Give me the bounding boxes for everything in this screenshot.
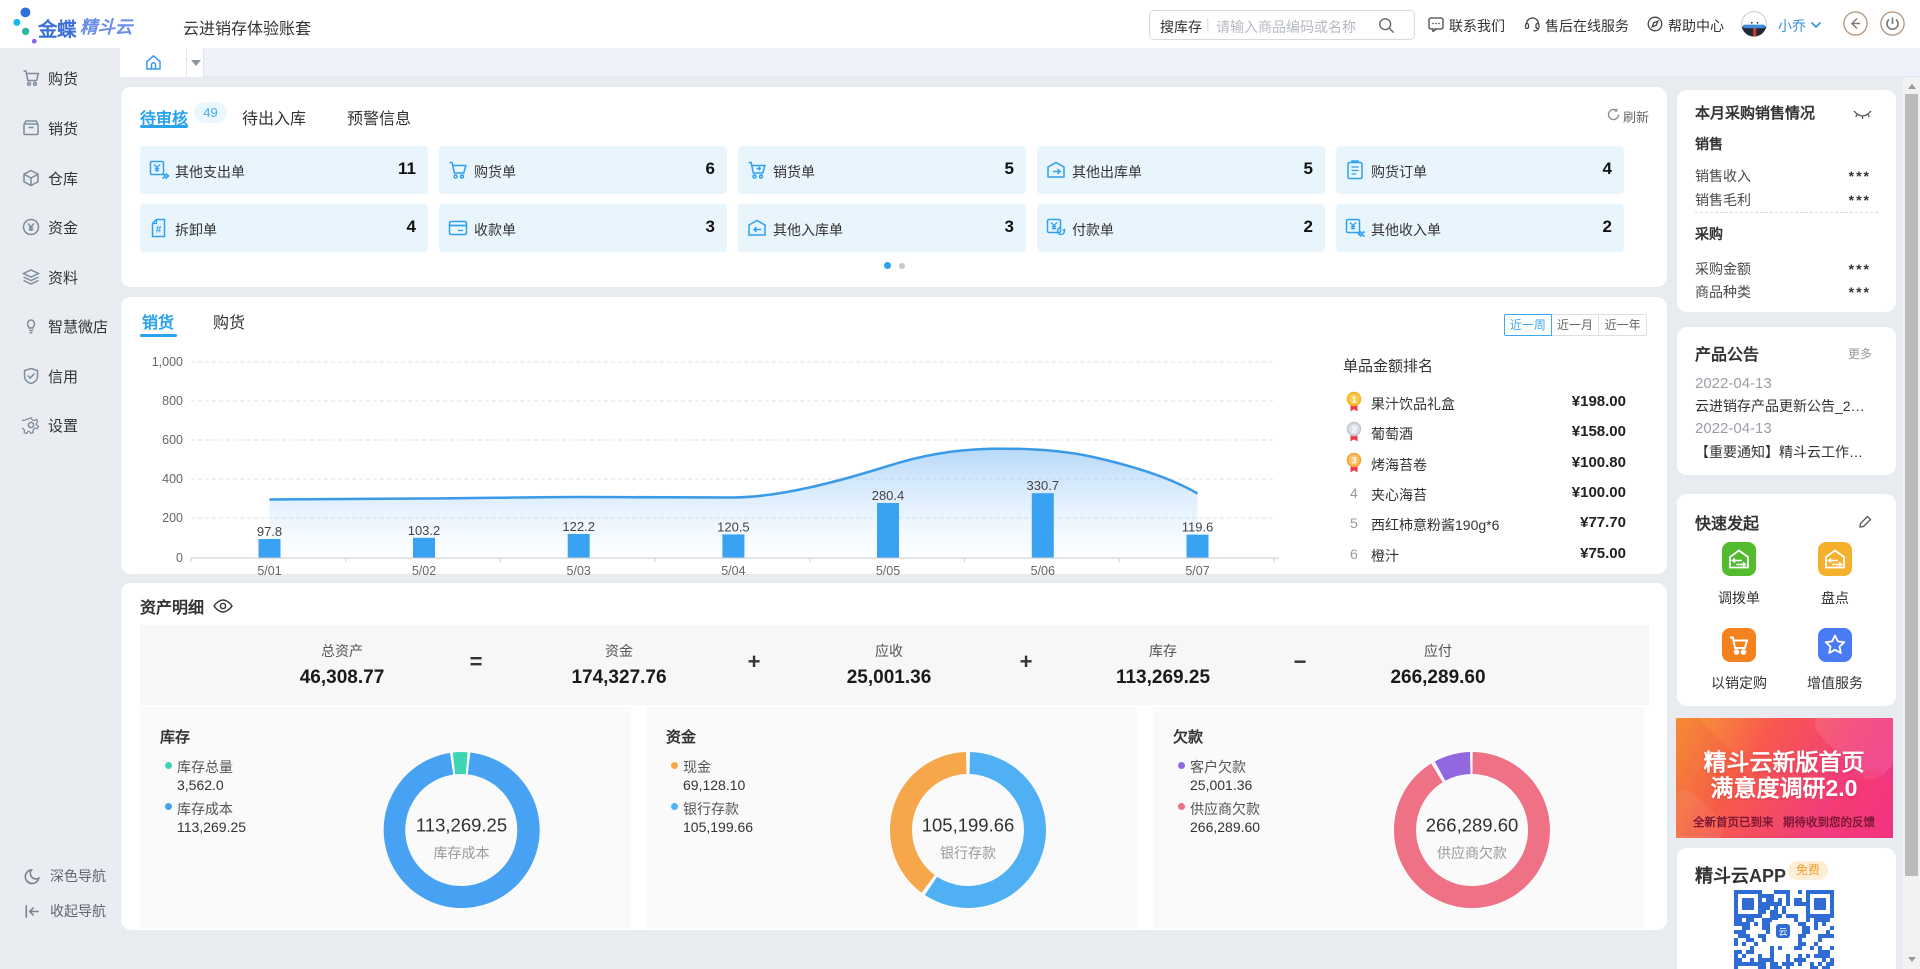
- svg-text:266,289.60: 266,289.60: [1426, 815, 1519, 836]
- svg-text:122.2: 122.2: [562, 519, 595, 534]
- svg-text:330.7: 330.7: [1027, 478, 1060, 493]
- svg-text:银行存款: 银行存款: [940, 845, 996, 861]
- svg-text:120.5: 120.5: [717, 519, 750, 534]
- svg-text:200: 200: [162, 511, 183, 525]
- svg-text:3: 3: [1351, 455, 1356, 466]
- svg-text:5/04: 5/04: [721, 564, 745, 578]
- svg-text:5/06: 5/06: [1031, 564, 1055, 578]
- svg-text:2: 2: [1351, 425, 1356, 436]
- svg-text:119.6: 119.6: [1182, 520, 1214, 535]
- svg-text:400: 400: [162, 472, 183, 486]
- svg-text:600: 600: [162, 433, 183, 447]
- svg-text:#: #: [156, 225, 162, 236]
- svg-text:1: 1: [1351, 395, 1357, 406]
- svg-text:5/03: 5/03: [567, 564, 591, 578]
- svg-text:库存成本: 库存成本: [434, 845, 490, 861]
- svg-text:0: 0: [176, 551, 183, 565]
- svg-text:1,000: 1,000: [152, 355, 183, 369]
- svg-text:5/02: 5/02: [412, 564, 436, 578]
- svg-text:800: 800: [162, 394, 183, 408]
- svg-text:113,269.25: 113,269.25: [416, 815, 507, 836]
- svg-text:103.2: 103.2: [408, 523, 441, 538]
- svg-text:5/07: 5/07: [1185, 564, 1209, 578]
- svg-text:云: 云: [1778, 927, 1787, 937]
- svg-text:105,199.66: 105,199.66: [922, 815, 1015, 836]
- svg-text:5/05: 5/05: [876, 564, 900, 578]
- svg-text:280.4: 280.4: [872, 488, 905, 503]
- svg-text:5/01: 5/01: [257, 564, 281, 578]
- svg-text:97.8: 97.8: [257, 524, 282, 539]
- svg-text:供应商欠款: 供应商欠款: [1437, 845, 1507, 861]
